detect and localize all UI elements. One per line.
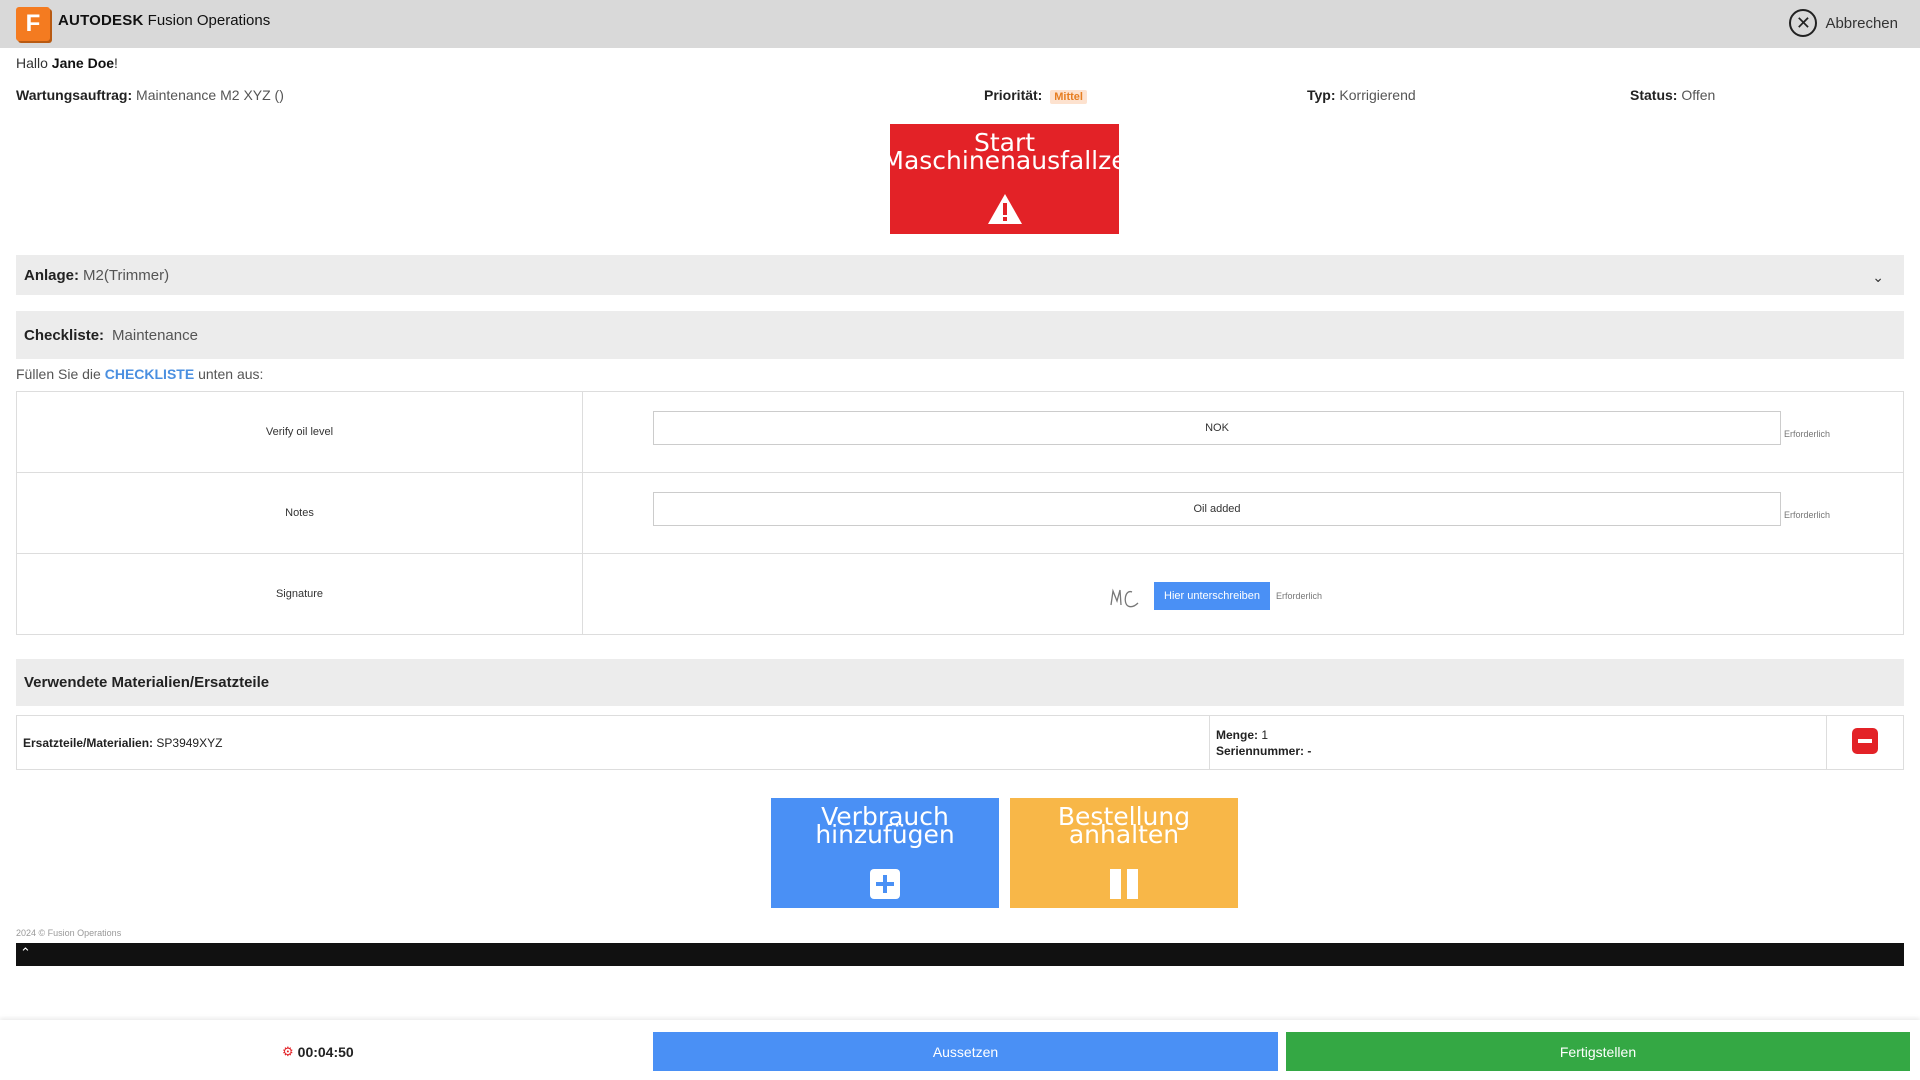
material-part-cell: Ersatzteile/Materialien: SP3949XYZ (16, 715, 1210, 770)
oil-level-field[interactable]: NOK (653, 411, 1781, 445)
materials-table: Ersatzteile/Materialien: SP3949XYZ Menge… (16, 715, 1904, 770)
order-info: Wartungsauftrag: Maintenance M2 XYZ () (16, 87, 284, 103)
hold-order-button[interactable]: Bestellung anhalten (1010, 798, 1238, 908)
start-breakdown-button[interactable]: Start Maschinenausfallze (882, 124, 1127, 234)
material-qty-cell: Menge: 1 Seriennummer: - (1209, 715, 1827, 770)
qty-value: 1 (1261, 727, 1269, 742)
part-label: Ersatzteile/Materialien: (23, 735, 154, 750)
serial-line: Seriennummer: - (1216, 743, 1826, 759)
required-hint: Erforderlich (1784, 429, 1831, 439)
asset-value: M2(Trimmer) (83, 266, 170, 284)
materials-bar: Verwendete Materialien/Ersatzteile (16, 659, 1904, 706)
instruction-prefix: Füllen Sie die (16, 366, 101, 382)
serial-value: - (1307, 743, 1312, 758)
sign-here-button[interactable]: Hier unterschreiben (1154, 582, 1270, 610)
material-remove-cell (1826, 715, 1904, 770)
instruction-highlight: CHECKLISTE (104, 366, 195, 382)
finish-button[interactable]: Fertigstellen (1286, 1032, 1910, 1071)
required-hint: Erforderlich (1276, 591, 1323, 601)
app-header: F AUTODESK Fusion Operations ✕ Abbrechen (0, 0, 1920, 48)
close-circle-icon: ✕ (1789, 9, 1818, 37)
type-value: Korrigierend (1339, 87, 1416, 103)
add-consumption-button[interactable]: Verbrauch hinzufügen (771, 798, 999, 908)
checklist-bar: Checkliste: Maintenance (16, 311, 1904, 359)
checklist-row: Verify oil level NOK Erforderlich (16, 391, 1904, 473)
chevron-up-icon[interactable]: ⌃ (20, 945, 31, 961)
checklist-row: Signature Hier unterschreiben Erforderli… (16, 553, 1904, 635)
asset-label: Anlage: (24, 266, 80, 284)
timer-value: 00:04:50 (297, 1044, 354, 1060)
product-name: Fusion Operations (147, 12, 271, 29)
gears-icon: ⚙ (282, 1044, 294, 1059)
pause-icon (1109, 869, 1139, 900)
start-breakdown-line2: Maschinenausfallze (882, 146, 1127, 175)
checklist-value: Maintenance (112, 326, 198, 344)
chevron-down-icon[interactable]: ⌄ (1872, 269, 1884, 286)
cancel-label: Abbrechen (1825, 14, 1898, 32)
plus-square-icon (870, 869, 900, 900)
app-logo-icon: F (16, 7, 50, 41)
checklist-item-value-cell: Hier unterschreiben Erforderlich (582, 553, 1904, 635)
priority-info: Priorität: Mittel (984, 87, 1087, 104)
qty-label: Menge: (1216, 727, 1258, 742)
greeting-suffix: ! (114, 55, 118, 71)
checklist-instruction: Füllen Sie die CHECKLISTE unten aus: (16, 366, 263, 382)
checklist-item-label: Verify oil level (16, 391, 583, 473)
checklist-item-value-cell: Oil added Erforderlich (582, 472, 1904, 554)
checklist-item-value-cell: NOK Erforderlich (582, 391, 1904, 473)
greeting-prefix: Hallo (16, 55, 48, 71)
materials-title: Verwendete Materialien/Ersatzteile (24, 674, 270, 691)
user-name: Jane Doe (51, 55, 115, 71)
checklist-item-label: Notes (16, 472, 583, 554)
app-title: AUTODESK Fusion Operations (58, 12, 270, 29)
checklist-row: Notes Oil added Erforderlich (16, 472, 1904, 554)
asset-bar[interactable]: Anlage: M2(Trimmer) ⌄ (16, 255, 1904, 295)
suspend-button[interactable]: Aussetzen (653, 1032, 1278, 1071)
checklist-table: Verify oil level NOK Erforderlich Notes … (16, 391, 1904, 635)
signature-area: Hier unterschreiben Erforderlich (1108, 581, 1322, 611)
greeting: Hallo Jane Doe! (16, 55, 118, 71)
serial-label: Seriennummer: (1216, 743, 1305, 758)
add-consumption-line2: hinzufügen (815, 820, 955, 849)
checklist-label: Checkliste: (24, 326, 105, 344)
warning-icon (987, 193, 1023, 226)
order-label: Wartungsauftrag: (16, 87, 133, 103)
part-value: SP3949XYZ (156, 735, 223, 750)
status-label: Status: (1630, 87, 1678, 103)
type-label: Typ: (1307, 87, 1336, 103)
add-consumption-label: Verbrauch hinzufügen (815, 804, 955, 849)
order-value: Maintenance M2 XYZ () (136, 87, 284, 103)
status-value: Offen (1681, 87, 1716, 103)
signature-image (1110, 588, 1139, 608)
collapsed-panel-bar[interactable]: ⌃ (16, 943, 1904, 966)
brand-name: AUTODESK (58, 12, 144, 29)
required-hint: Erforderlich (1784, 510, 1831, 520)
notes-field[interactable]: Oil added (653, 492, 1781, 526)
remove-material-icon[interactable] (1852, 728, 1878, 754)
cancel-button[interactable]: ✕ Abbrechen (1789, 9, 1898, 37)
start-breakdown-label: Start Maschinenausfallze (882, 130, 1127, 175)
instruction-suffix: unten aus: (198, 366, 264, 382)
footer-bar: ⚙ 00:04:50 Aussetzen Fertigstellen (0, 1020, 1920, 1080)
copyright: 2024 © Fusion Operations (16, 928, 122, 938)
checklist-item-label: Signature (16, 553, 583, 635)
work-timer: ⚙ 00:04:50 (282, 1044, 354, 1060)
hold-order-line2: anhalten (1068, 820, 1180, 849)
priority-badge: Mittel (1050, 90, 1087, 104)
type-info: Typ: Korrigierend (1307, 87, 1416, 103)
material-row: Ersatzteile/Materialien: SP3949XYZ Menge… (16, 715, 1904, 770)
hold-order-label: Bestellung anhalten (1058, 804, 1190, 849)
priority-label: Priorität: (984, 87, 1043, 103)
qty-line: Menge: 1 (1216, 727, 1826, 743)
status-info: Status: Offen (1630, 87, 1715, 103)
